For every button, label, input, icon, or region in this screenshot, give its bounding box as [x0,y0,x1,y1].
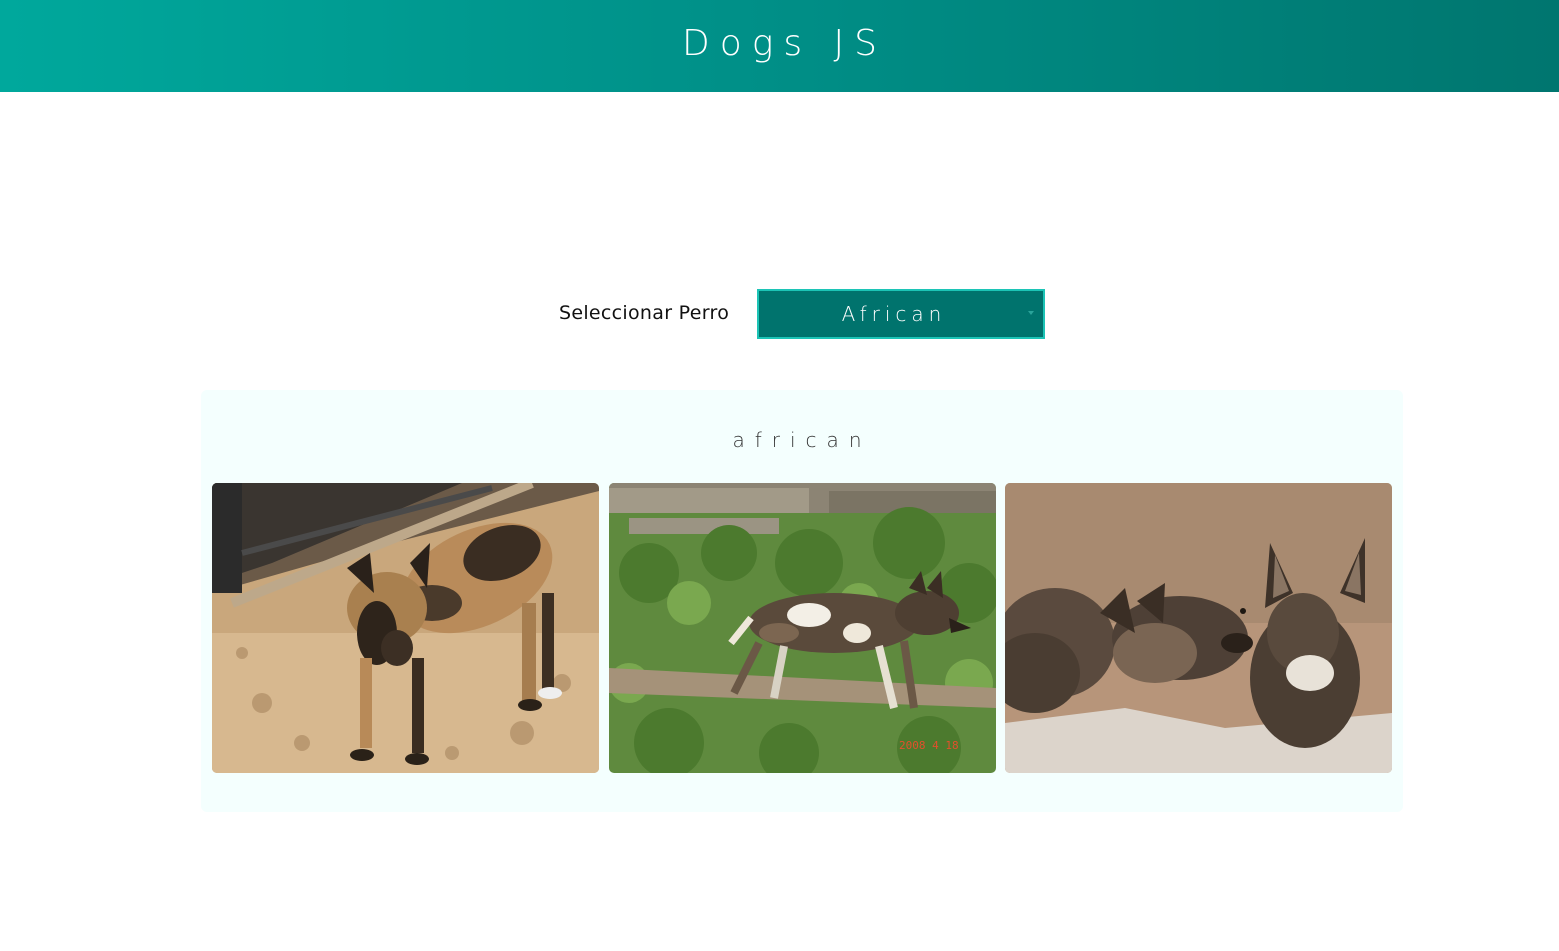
breed-gallery-card: african 2008 4 18 [201,390,1403,812]
breed-title: african [732,428,872,452]
dog-photo-1 [212,483,599,773]
chevron-down-icon [1028,311,1034,315]
breed-select-value: African [841,302,947,326]
breed-selector-row: Seleccionar Perro African [0,289,1559,339]
breed-select[interactable]: African [757,289,1045,339]
breed-selector-label: Seleccionar Perro [559,302,730,324]
dog-photo-2: 2008 4 18 [609,483,996,773]
app-title: Dogs JS [681,22,888,64]
page-header: Dogs JS [0,0,1559,92]
date-stamp: 2008 4 18 [899,739,959,752]
dog-photo-3 [1005,483,1392,773]
